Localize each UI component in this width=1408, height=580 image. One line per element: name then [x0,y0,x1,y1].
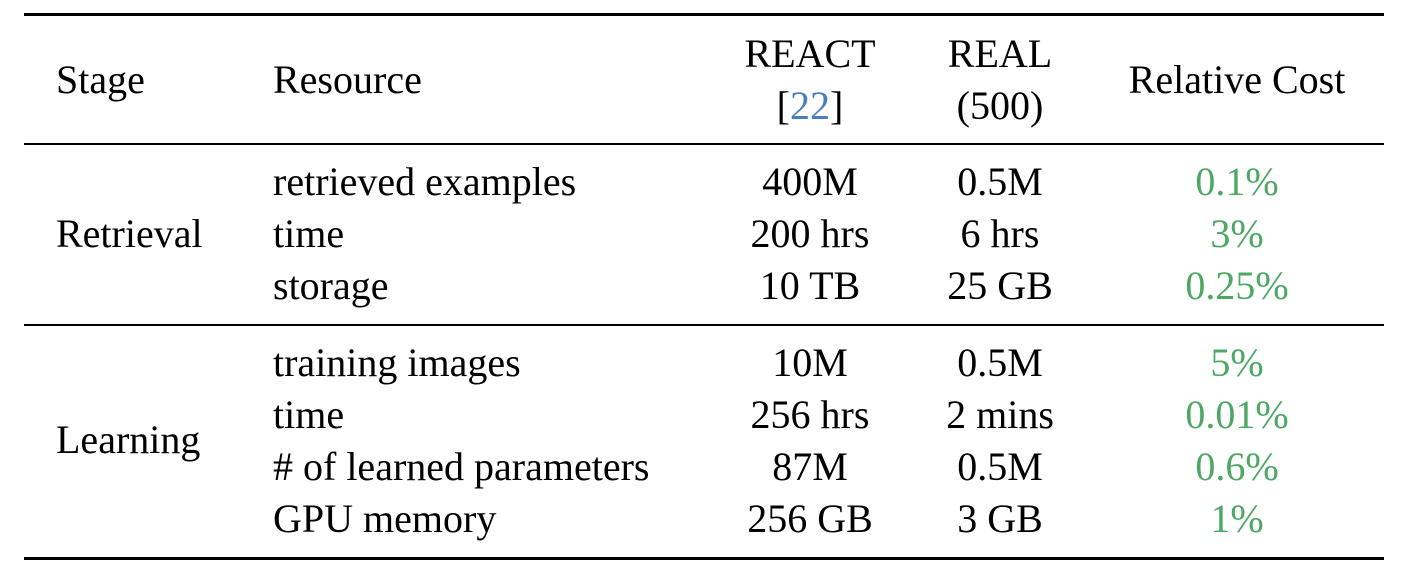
resource-cell: # of learned parameters [273,444,650,489]
react-cell: 200 hrs [750,211,870,256]
resource-cell: time [273,392,345,437]
header-resource: Resource [273,57,422,102]
react-cell: 256 GB [747,496,873,541]
resource-cell: GPU memory [273,496,497,541]
relative-cost-cell: 3% [1210,211,1264,256]
top-rule [24,13,1384,16]
header-real-sub: (500) [956,83,1044,128]
real-cell: 6 hrs [960,211,1040,256]
header-relative-cost: Relative Cost [1128,57,1346,102]
relative-cost-cell: 0.6% [1195,444,1279,489]
real-cell: 0.5M [957,340,1043,385]
stage-label: Retrieval [56,211,203,256]
react-cell: 256 hrs [750,392,870,437]
relative-cost-cell: 0.1% [1195,159,1279,204]
header-react: REACT [744,31,876,76]
header-rule [24,143,1384,145]
relative-cost-cell: 0.01% [1185,392,1289,437]
real-cell: 0.5M [957,159,1043,204]
react-cell: 87M [772,444,848,489]
resource-cell: storage [273,263,389,308]
header-react-citation: [22] [777,80,844,132]
real-cell: 2 mins [946,392,1054,437]
group-rule [24,324,1384,326]
resource-cell: retrieved examples [273,159,577,204]
header-stage: Stage [56,57,145,102]
real-cell: 0.5M [957,444,1043,489]
resource-cell: time [273,211,345,256]
relative-cost-cell: 5% [1210,340,1264,385]
citation-bracket-open: [ [776,83,790,128]
stage-label: Learning [56,417,201,462]
react-cell: 10 TB [759,263,861,308]
react-cell: 400M [762,159,858,204]
relative-cost-cell: 1% [1210,496,1264,541]
citation-link[interactable]: 22 [790,83,830,128]
header-real: REAL [947,31,1053,76]
react-cell: 10M [772,340,848,385]
citation-bracket-close: ] [830,83,844,128]
real-cell: 3 GB [957,496,1043,541]
real-cell: 25 GB [947,263,1053,308]
bottom-rule [24,557,1384,560]
relative-cost-cell: 0.25% [1185,263,1289,308]
resource-cell: training images [273,340,521,385]
